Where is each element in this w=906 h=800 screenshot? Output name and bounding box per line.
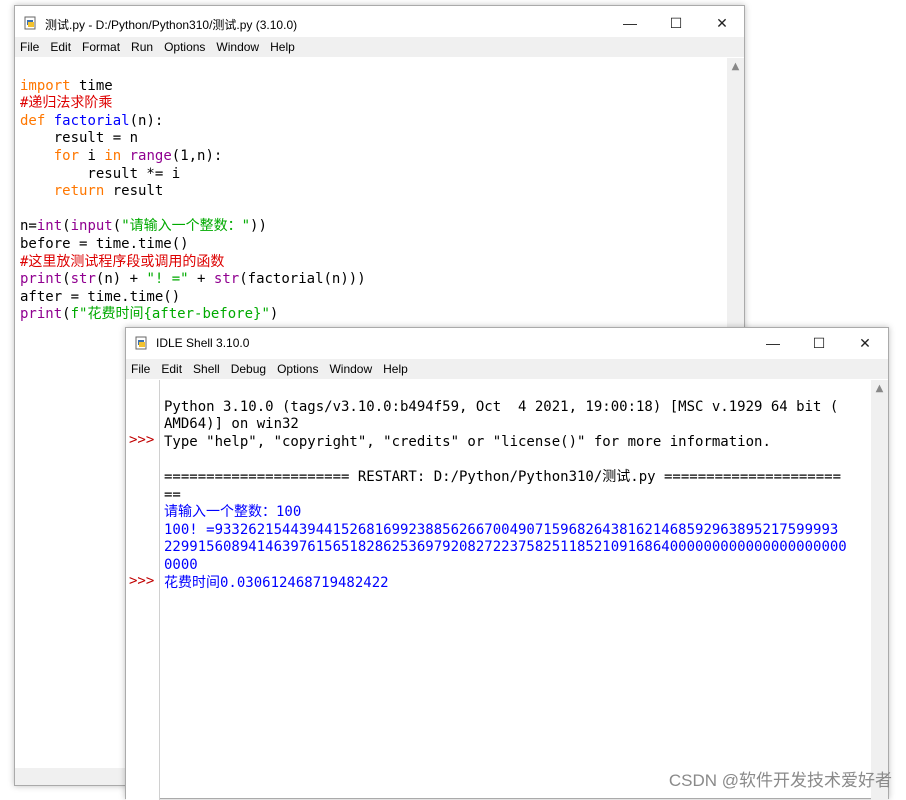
watermark: CSDN @软件开发技术爱好者: [668, 771, 892, 790]
python-file-icon: [24, 16, 36, 30]
menu-edit[interactable]: Edit: [156, 362, 188, 376]
maximize-button[interactable]: ☐: [653, 6, 699, 40]
code-line: before = time.time(): [20, 235, 189, 252]
shell-line: ====================== RESTART: D:/Pytho…: [164, 468, 842, 485]
code-line: import time: [20, 77, 113, 94]
shell-titlebar[interactable]: IDLE Shell 3.10.0 — ☐ ✕: [126, 328, 888, 358]
menu-format[interactable]: Format: [77, 40, 126, 54]
shell-line: AMD64)] on win32: [164, 416, 299, 433]
menu-shell[interactable]: Shell: [188, 362, 226, 376]
shell-window: IDLE Shell 3.10.0 — ☐ ✕ File Edit Shell …: [125, 327, 889, 800]
shell-line: 100! =9332621544394415268169923885626670…: [164, 521, 839, 538]
shell-line: ==: [164, 486, 181, 503]
shell-line: 花费时间0.030612468719482422: [164, 574, 389, 591]
code-line: print(str(n) + "! =" + str(factorial(n))…: [20, 271, 366, 288]
code-line: def factorial(n):: [20, 112, 164, 129]
python-shell-icon: [135, 336, 147, 350]
code-line: result *= i: [20, 165, 181, 182]
shell-vertical-scrollbar[interactable]: ▲: [871, 380, 888, 800]
menu-window[interactable]: Window: [211, 40, 265, 54]
editor-menubar: File Edit Format Run Options Window Help: [15, 37, 744, 57]
shell-line: Python 3.10.0 (tags/v3.10.0:b494f59, Oct…: [164, 398, 839, 415]
code-line: #这里放测试程序段或调用的函数: [20, 253, 225, 270]
close-button[interactable]: ✕: [842, 328, 888, 358]
close-button[interactable]: ✕: [699, 6, 745, 40]
shell-line: Type "help", "copyright", "credits" or "…: [164, 433, 771, 450]
scroll-up-arrow-icon[interactable]: ▲: [727, 58, 744, 75]
menu-file[interactable]: File: [126, 362, 156, 376]
minimize-button[interactable]: —: [607, 6, 653, 40]
menu-options[interactable]: Options: [159, 40, 211, 54]
code-line: n=int(input("请输入一个整数：")): [20, 218, 267, 235]
maximize-button[interactable]: ☐: [796, 328, 842, 358]
code-line: for i in range(1,n):: [53, 147, 223, 164]
code-line: after = time.time(): [20, 288, 181, 305]
shell-line: 2299156089414639761565182862536979208272…: [164, 539, 847, 556]
shell-prompt: >>>: [129, 432, 155, 448]
editor-title: 测试.py - D:/Python/Python310/测试.py (3.10.…: [45, 18, 298, 32]
shell-line: 请输入一个整数：100: [164, 504, 302, 521]
menu-file[interactable]: File: [15, 40, 45, 54]
shell-title: IDLE Shell 3.10.0: [156, 336, 250, 350]
menu-options[interactable]: Options: [272, 362, 324, 376]
menu-help[interactable]: Help: [378, 362, 414, 376]
minimize-button[interactable]: —: [750, 328, 796, 358]
code-line: result = n: [20, 130, 139, 147]
shell-prompt: >>>: [129, 573, 155, 589]
shell-output-area[interactable]: Python 3.10.0 (tags/v3.10.0:b494f59, Oct…: [164, 381, 870, 781]
shell-menubar: File Edit Shell Debug Options Window Hel…: [126, 359, 888, 379]
code-line: print(f"花费时间{after-before}"): [20, 306, 279, 323]
menu-debug[interactable]: Debug: [226, 362, 272, 376]
menu-edit[interactable]: Edit: [45, 40, 77, 54]
code-line: #递归法求阶乘: [20, 95, 113, 112]
menu-help[interactable]: Help: [265, 40, 301, 54]
shell-line: 0000: [164, 556, 198, 573]
code-line: return result: [53, 183, 164, 200]
scroll-up-arrow-icon[interactable]: ▲: [871, 380, 888, 397]
menu-run[interactable]: Run: [126, 40, 159, 54]
editor-titlebar[interactable]: 测试.py - D:/Python/Python310/测试.py (3.10.…: [15, 6, 744, 40]
menu-window[interactable]: Window: [324, 362, 378, 376]
